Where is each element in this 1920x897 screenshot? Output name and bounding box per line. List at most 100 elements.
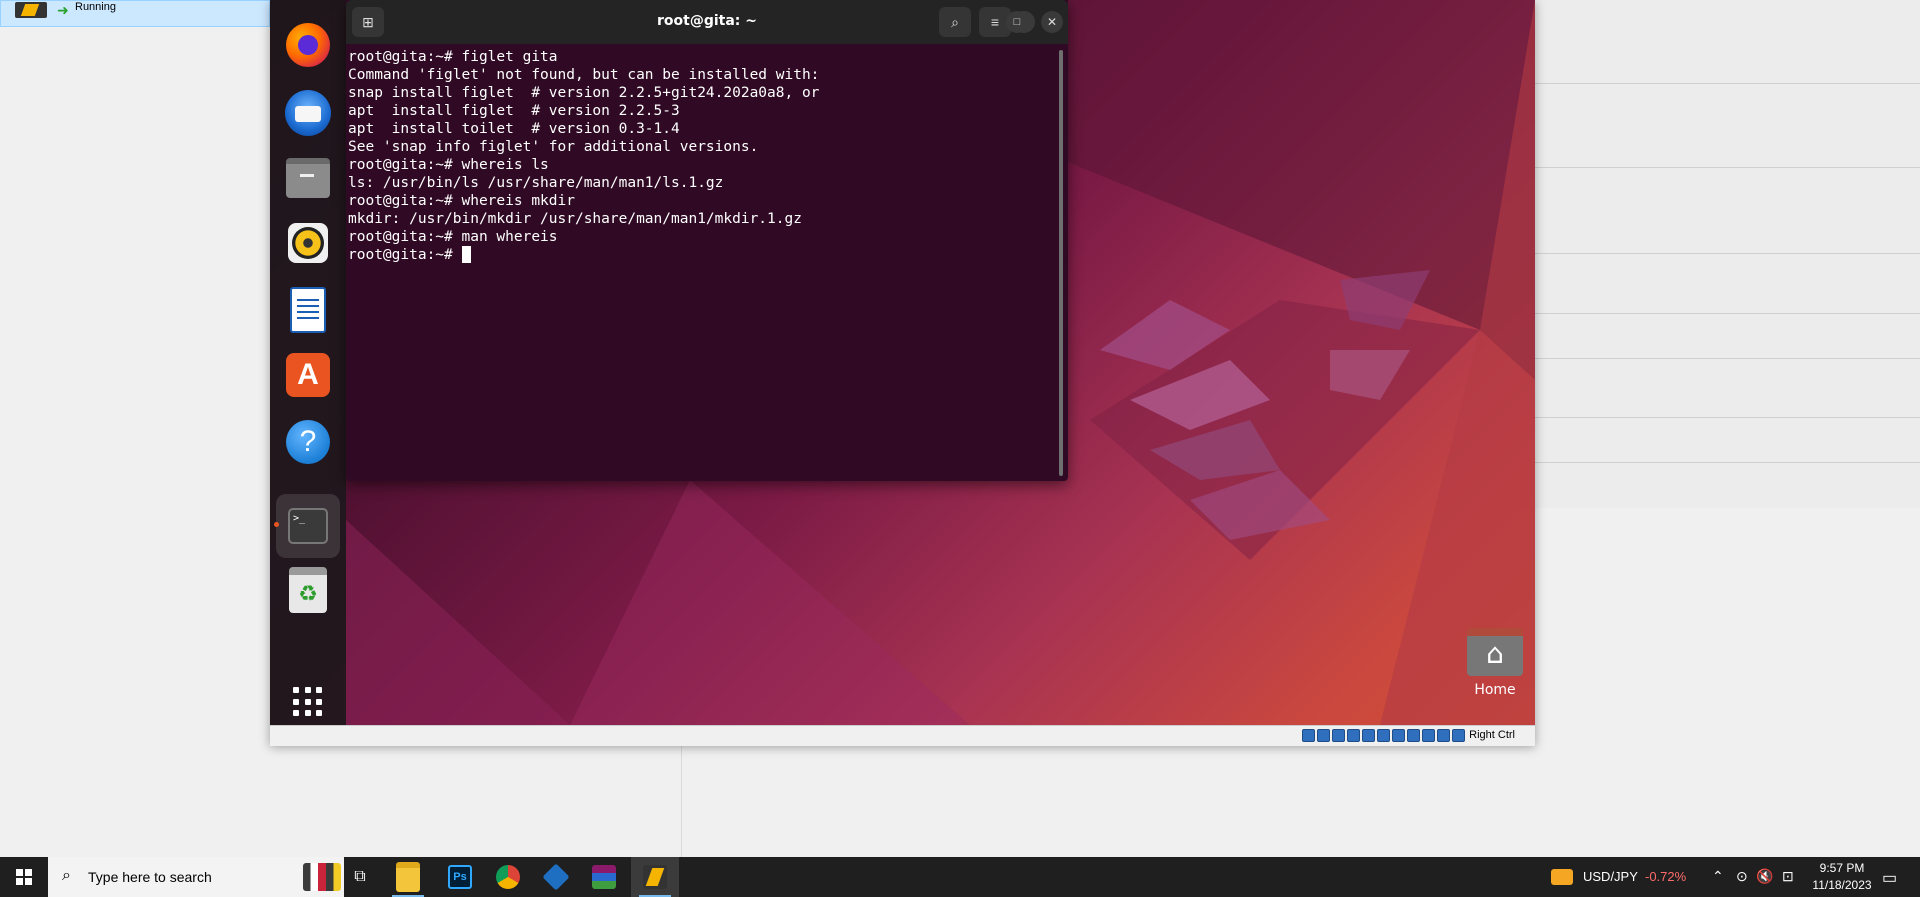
currency-icon <box>1551 869 1573 885</box>
volume-muted-icon[interactable]: 🔇 <box>1756 868 1773 885</box>
dock-help[interactable]: ? <box>283 417 333 467</box>
help-icon: ? <box>286 420 330 464</box>
winrar-icon <box>592 865 616 889</box>
maximize-button[interactable]: □ <box>1006 11 1028 33</box>
terminal-line: See 'snap info figlet' for additional ve… <box>348 139 759 155</box>
network-icon[interactable] <box>1347 729 1360 742</box>
dock-trash[interactable]: ♻ <box>283 565 333 615</box>
taskbar-photoshop[interactable]: Ps <box>436 857 484 897</box>
close-icon: ✕ <box>1046 15 1058 29</box>
taskbar-search[interactable]: ⌕ Type here to search <box>48 857 344 897</box>
details-divider <box>1535 417 1920 418</box>
ubuntu-desktop[interactable]: A ? >_ ♻ ⊞ root@gita: ~ ⌕ ≡ – root@gita:… <box>270 0 1535 725</box>
home-label: Home <box>1474 682 1516 698</box>
vm-list-item[interactable]: ➜ Running <box>0 0 270 27</box>
search-button[interactable]: ⌕ <box>939 7 971 37</box>
terminal-scrollbar[interactable] <box>1059 50 1063 476</box>
ticker-change: -0.72% <box>1645 869 1687 884</box>
clock-date[interactable]: 11/18/2023 <box>1806 878 1878 892</box>
show-hidden-icons-icon[interactable]: ⌃ <box>1712 868 1724 885</box>
network-icon[interactable]: ⊡ <box>1782 868 1794 885</box>
taskbar-virtualbox[interactable] <box>532 857 580 897</box>
running-indicator <box>274 522 279 527</box>
recording-icon[interactable] <box>1407 729 1420 742</box>
dock-rhythmbox[interactable] <box>283 218 333 268</box>
terminal-line: ls: /usr/bin/ls /usr/share/man/man1/ls.1… <box>348 175 724 191</box>
terminal-output[interactable]: root@gita:~# figlet gita Command 'figlet'… <box>348 48 1048 478</box>
vm-window-icon <box>643 865 667 889</box>
thunderbird-icon <box>285 90 331 136</box>
chrome-icon <box>496 865 520 889</box>
taskbar-winrar[interactable] <box>580 857 628 897</box>
dock-terminal[interactable]: >_ <box>276 494 340 558</box>
dock-show-apps[interactable] <box>283 677 333 725</box>
text-cursor <box>461 246 471 263</box>
dock-files[interactable] <box>283 153 333 203</box>
host-key-label: Right Ctrl <box>1469 729 1515 741</box>
terminal-line: snap install figlet # version 2.2.5+git2… <box>348 85 820 101</box>
task-view-icon: ⧉ <box>354 868 366 885</box>
task-view-button[interactable]: ⧉ <box>336 857 384 897</box>
search-placeholder: Type here to search <box>88 869 212 885</box>
meet-now-icon[interactable]: ⊙ <box>1736 868 1748 885</box>
terminal-window[interactable]: ⊞ root@gita: ~ ⌕ ≡ – root@gita:~# figlet… <box>346 0 1068 481</box>
firefox-icon <box>286 23 330 67</box>
vm-os-icon <box>15 2 47 18</box>
close-button[interactable]: ✕ <box>1041 11 1063 33</box>
mouse-integration-icon[interactable] <box>1437 729 1450 742</box>
taskbar-chrome[interactable] <box>484 857 532 897</box>
terminal-headerbar[interactable]: ⊞ root@gita: ~ ⌕ ≡ – <box>346 0 1068 44</box>
dock-writer[interactable] <box>283 285 333 335</box>
app-grid-icon <box>293 687 323 717</box>
display-icon[interactable] <box>1392 729 1405 742</box>
writer-icon <box>290 287 326 333</box>
ubuntu-dock: A ? >_ ♻ <box>270 0 346 725</box>
desktop-home-icon[interactable]: Home <box>1455 628 1535 698</box>
clock-time[interactable]: 9:57 PM <box>1812 861 1872 875</box>
taskbar-file-explorer[interactable] <box>384 857 432 897</box>
dock-thunderbird[interactable] <box>283 88 333 138</box>
vm-device-icons[interactable] <box>1302 729 1465 743</box>
maximize-icon: □ <box>1013 16 1021 28</box>
details-divider <box>1535 313 1920 314</box>
audio-icon[interactable] <box>1332 729 1345 742</box>
search-icon: ⌕ <box>951 13 959 30</box>
terminal-line: Command 'figlet' not found, but can be i… <box>348 67 820 83</box>
trash-icon: ♻ <box>289 567 327 613</box>
start-button[interactable] <box>0 857 48 897</box>
terminal-line: mkdir: /usr/bin/mkdir /usr/share/man/man… <box>348 211 802 227</box>
software-icon: A <box>286 353 330 397</box>
details-divider <box>1535 358 1920 359</box>
running-arrow-icon: ➜ <box>57 2 69 18</box>
terminal-line: root@gita:~# man whereis <box>348 229 558 245</box>
terminal-line: apt install toilet # version 0.3-1.4 <box>348 121 680 137</box>
cpu-icon[interactable] <box>1422 729 1435 742</box>
home-folder-icon <box>1467 628 1523 676</box>
dock-firefox[interactable] <box>283 20 333 70</box>
photoshop-icon: Ps <box>448 865 472 889</box>
hdd-icon[interactable] <box>1302 729 1315 742</box>
notifications-icon[interactable]: ▭ <box>1882 868 1897 888</box>
windows-taskbar: ⌕ Type here to search ⧉ Ps USD/JPY -0.72… <box>0 857 1920 897</box>
windows-logo-icon <box>16 869 32 885</box>
files-icon <box>286 158 330 198</box>
details-divider <box>1535 167 1920 168</box>
optical-icon[interactable] <box>1317 729 1330 742</box>
terminal-line: apt install figlet # version 2.2.5-3 <box>348 103 680 119</box>
vm-status-bar: Right Ctrl <box>270 725 1535 746</box>
details-divider <box>1535 253 1920 254</box>
vm-window[interactable]: A ? >_ ♻ ⊞ root@gita: ~ ⌕ ≡ – root@gita:… <box>270 0 1535 746</box>
search-icon: ⌕ <box>62 867 71 884</box>
terminal-line: root@gita:~# whereis mkdir <box>348 193 575 209</box>
file-explorer-icon <box>396 862 420 892</box>
dock-software[interactable]: A <box>283 350 333 400</box>
keyboard-icon[interactable] <box>1452 729 1465 742</box>
usb-icon[interactable] <box>1362 729 1375 742</box>
details-divider <box>1535 462 1920 463</box>
taskbar-vm[interactable] <box>631 857 679 897</box>
terminal-line: root@gita:~# figlet gita <box>348 49 558 65</box>
rhythmbox-icon <box>288 223 328 263</box>
shared-folder-icon[interactable] <box>1377 729 1390 742</box>
ticker-widget[interactable] <box>1545 857 1579 897</box>
terminal-line: root@gita:~# <box>348 246 1048 264</box>
